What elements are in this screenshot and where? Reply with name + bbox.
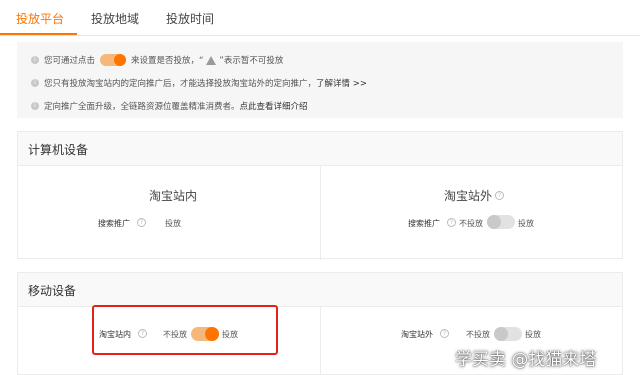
mobile-outside-label: 淘宝站外 xyxy=(401,330,433,339)
sample-toggle-icon xyxy=(100,54,127,66)
mobile-outside-toggle[interactable] xyxy=(494,327,522,341)
learn-more-link[interactable]: 了解详情 >> xyxy=(316,77,367,89)
tab-region[interactable]: 投放地域 xyxy=(91,10,139,27)
watermark: 学买卖 @找猫来塔 xyxy=(455,350,597,370)
tab-platform[interactable]: 投放平台 xyxy=(16,10,64,27)
computer-devices-panel: 计算机设备 淘宝站内 搜索推广 ? 投放 淘宝站外 ? 搜索推广 ? 不投放 投… xyxy=(17,131,623,260)
highlight-box xyxy=(92,305,278,355)
help-icon[interactable]: ? xyxy=(440,329,449,338)
panel-title: 计算机设备 xyxy=(28,143,89,157)
view-details-link[interactable]: 点此查看详细介绍 xyxy=(240,100,308,112)
column-divider xyxy=(320,307,321,375)
info-icon: i xyxy=(31,79,39,87)
info-line-3: i 定向推广全面升级，全链路资源位覆盖精准消费者。 点此查看详细介绍 xyxy=(31,100,308,112)
warning-icon xyxy=(206,55,217,65)
active-tab-indicator xyxy=(0,33,77,35)
help-icon[interactable]: ? xyxy=(137,218,146,227)
mobile-outside-on-label: 投放 xyxy=(525,330,541,339)
info-icon: i xyxy=(31,56,39,64)
computer-outside-row-label: 搜索推广 xyxy=(408,219,440,228)
help-icon[interactable]: ? xyxy=(447,218,456,227)
computer-outside-off-label: 不投放 xyxy=(459,219,483,228)
computer-inside-row-label: 搜索推广 xyxy=(98,219,130,228)
panel-header: 移动设备 xyxy=(18,273,622,307)
info-icon: i xyxy=(31,102,39,110)
tab-bar: 投放平台 投放地域 投放时间 xyxy=(0,0,640,36)
column-divider xyxy=(320,166,321,260)
help-icon[interactable]: ? xyxy=(495,191,504,200)
computer-outside-on-label: 投放 xyxy=(518,219,534,228)
info-line-1: i 您可通过点击 来设置是否投放，“ ”表示暂不可投放 xyxy=(31,54,283,66)
computer-inside-title: 淘宝站内 xyxy=(149,189,198,203)
info-line-2: i 您只有投放淘宝站内的定向推广后，才能选择投放淘宝站外的定向推广， 了解详情 … xyxy=(31,77,367,89)
computer-outside-title: 淘宝站外 xyxy=(444,189,493,203)
tab-time[interactable]: 投放时间 xyxy=(166,10,214,27)
mobile-outside-off-label: 不投放 xyxy=(466,330,490,339)
panel-header: 计算机设备 xyxy=(18,132,622,166)
info-box: i 您可通过点击 来设置是否投放，“ ”表示暂不可投放 i 您只有投放淘宝站内的… xyxy=(17,42,623,118)
computer-inside-value: 投放 xyxy=(165,219,181,228)
computer-outside-toggle[interactable] xyxy=(487,215,515,229)
panel-title: 移动设备 xyxy=(28,284,77,298)
